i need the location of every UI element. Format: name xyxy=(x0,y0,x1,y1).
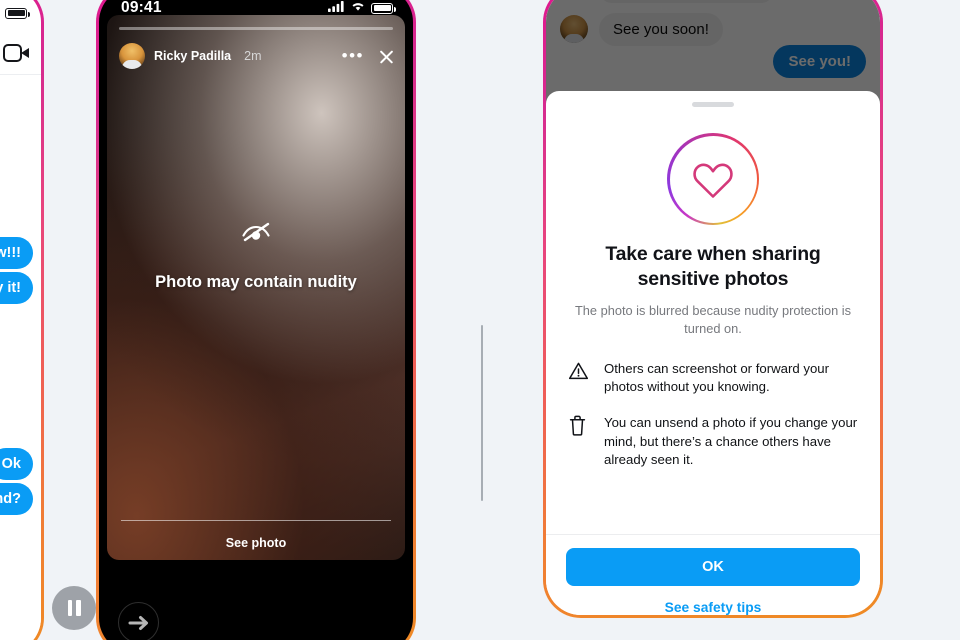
battery-icon xyxy=(371,2,396,14)
story-media-card[interactable]: Ricky Padilla 2m ••• Photo may contain n… xyxy=(107,15,405,560)
warning-triangle-icon xyxy=(568,360,590,397)
list-item: You can unsend a photo if you change you… xyxy=(568,414,858,470)
battery-icon xyxy=(5,7,30,19)
pause-button[interactable] xyxy=(52,586,96,630)
nudity-protection-sheet: Take care when sharing sensitive photos … xyxy=(546,91,880,615)
right-phone-frame: See you soon! See you! Take care when sh… xyxy=(543,0,883,618)
page-scrollbar[interactable] xyxy=(481,325,483,501)
heart-in-gradient-circle-icon xyxy=(667,133,759,225)
left-phone-frame: Wow!!! try it! Ok kend? xyxy=(0,0,44,640)
left-composer-bar xyxy=(0,593,41,640)
eye-slash-icon xyxy=(239,218,273,251)
message-bubble[interactable]: Wow!!! xyxy=(0,237,33,269)
story-timestamp: 2m xyxy=(244,49,262,63)
left-message-thread[interactable]: Wow!!! try it! Ok kend? xyxy=(0,76,41,593)
left-status-bar xyxy=(0,5,41,21)
message-bubble[interactable]: Ok xyxy=(0,448,33,480)
page-title: Take care when sharing sensitive photos xyxy=(605,243,821,290)
nudity-warning-overlay: Photo may contain nudity xyxy=(107,218,405,292)
nudity-warning-label: Photo may contain nudity xyxy=(155,272,357,291)
cellular-signal-icon xyxy=(328,0,345,17)
message-bubble[interactable]: try it! xyxy=(0,272,33,304)
trash-icon xyxy=(568,414,590,470)
arrow-right-icon[interactable] xyxy=(118,602,159,640)
story-header: Ricky Padilla 2m ••• xyxy=(119,39,395,73)
ok-button[interactable]: OK xyxy=(566,548,860,586)
list-item-label: Others can screenshot or forward your ph… xyxy=(604,360,830,395)
status-time: 09:41 xyxy=(121,0,162,16)
list-item: Others can screenshot or forward your ph… xyxy=(568,360,858,397)
status-bar: 09:41 xyxy=(99,0,413,29)
left-chat-header xyxy=(0,31,41,75)
middle-phone-frame: 09:41 Ricky Padilla 2m ••• Photo may con… xyxy=(96,0,416,640)
see-safety-tips-link[interactable]: See safety tips xyxy=(566,600,860,615)
message-bubble[interactable]: kend? xyxy=(0,483,33,515)
sheet-bullet-list: Others can screenshot or forward your ph… xyxy=(568,360,858,470)
video-camera-icon[interactable] xyxy=(3,43,29,62)
sheet-subtitle: The photo is blurred because nudity prot… xyxy=(574,302,851,336)
close-icon[interactable] xyxy=(378,48,395,65)
avatar[interactable] xyxy=(119,43,145,69)
see-photo-button[interactable]: See photo xyxy=(121,521,391,550)
left-phone-screen: Wow!!! try it! Ok kend? xyxy=(0,0,41,640)
right-phone-screen: See you soon! See you! Take care when sh… xyxy=(546,0,880,615)
list-item-label: You can unsend a photo if you change you… xyxy=(604,415,858,468)
sheet-footer: OK See safety tips xyxy=(546,534,880,615)
story-author-name: Ricky Padilla xyxy=(154,49,232,63)
wifi-icon xyxy=(350,0,366,17)
story-screen: 09:41 Ricky Padilla 2m ••• Photo may con… xyxy=(99,0,413,640)
ellipsis-icon[interactable]: ••• xyxy=(342,47,364,64)
story-footer: See photo xyxy=(121,520,391,550)
